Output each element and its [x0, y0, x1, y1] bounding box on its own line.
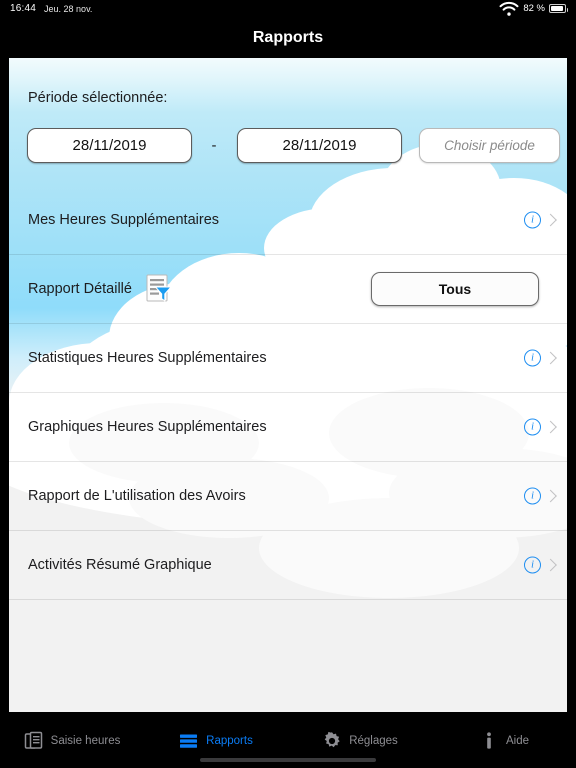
- chevron-right-icon: [544, 213, 557, 227]
- list-item-mes-heures-supplementaires[interactable]: Mes Heures Supplémentaires i: [9, 186, 567, 255]
- page-title: Rapports: [252, 28, 324, 46]
- choose-period-button[interactable]: Choisir période: [419, 128, 560, 163]
- tab-aide[interactable]: Aide: [432, 719, 576, 763]
- battery-percent: 82 %: [523, 3, 545, 14]
- chevron-right-icon: [544, 558, 557, 572]
- list-item-label: Statistiques Heures Supplémentaires: [28, 350, 267, 366]
- info-icon[interactable]: i: [524, 487, 541, 505]
- list-item-graphiques-heures-supplementaires[interactable]: Graphiques Heures Supplémentaires i: [9, 393, 567, 462]
- tab-saisie-heures[interactable]: Saisie heures: [0, 719, 144, 763]
- tab-rapports[interactable]: Rapports: [144, 719, 288, 763]
- list-item-activites-resume-graphique[interactable]: Activités Résumé Graphique i: [9, 531, 567, 600]
- date-separator: -: [211, 137, 217, 154]
- info-icon[interactable]: i: [524, 418, 541, 436]
- list-item-label: Graphiques Heures Supplémentaires: [28, 419, 267, 435]
- chevron-right-icon: [544, 489, 557, 503]
- start-date-field[interactable]: 28/11/2019: [27, 128, 192, 163]
- list-item-label: Activités Résumé Graphique: [28, 557, 212, 573]
- status-time: 16:44: [10, 3, 37, 14]
- list-item-label: Mes Heures Supplémentaires: [28, 212, 220, 228]
- info-icon[interactable]: i: [524, 349, 541, 367]
- navigation-bar: Rapports: [0, 17, 576, 58]
- info-icon[interactable]: i: [524, 556, 541, 574]
- tab-label: Saisie heures: [50, 734, 121, 747]
- period-label: Période sélectionnée:: [28, 90, 168, 106]
- status-bar-left: 16:44 Jeu. 28 nov.: [10, 3, 92, 14]
- wifi-icon: [499, 0, 519, 19]
- tab-bar: Saisie heures Rapports Réglages Aide: [0, 713, 576, 768]
- info-i-icon: [479, 731, 499, 751]
- report-bars-icon: [179, 731, 199, 751]
- list-item-rapport-detaille[interactable]: Rapport Détaillé Tous: [9, 255, 567, 324]
- home-indicator: [200, 757, 376, 762]
- tab-label: Réglages: [349, 734, 398, 747]
- row-accessory: i: [524, 556, 557, 574]
- list-item-statistiques-heures-supplementaires[interactable]: Statistiques Heures Supplémentaires i: [9, 324, 567, 393]
- documents-icon: [24, 731, 44, 751]
- list-item-rapport-utilisation-avoirs[interactable]: Rapport de L'utilisation des Avoirs i: [9, 462, 567, 531]
- row-accessory: i: [524, 418, 557, 436]
- status-bar: 16:44 Jeu. 28 nov. 82 %: [0, 0, 576, 17]
- list-item-label: Rapport de L'utilisation des Avoirs: [28, 488, 246, 504]
- info-icon[interactable]: i: [524, 211, 541, 229]
- end-date-field[interactable]: 28/11/2019: [237, 128, 402, 163]
- battery-icon: [549, 4, 568, 13]
- tab-reglages[interactable]: Réglages: [288, 719, 432, 763]
- all-filter-button[interactable]: Tous: [371, 272, 539, 306]
- row-accessory: i: [524, 211, 557, 229]
- gear-icon: [322, 731, 342, 751]
- chevron-right-icon: [544, 351, 557, 365]
- tab-label: Rapports: [206, 734, 253, 747]
- reports-card: Période sélectionnée: 28/11/2019 - 28/11…: [9, 58, 567, 712]
- row-accessory: i: [524, 349, 557, 367]
- tab-label: Aide: [505, 734, 530, 747]
- row-accessory: i: [524, 487, 557, 505]
- reports-list: Mes Heures Supplémentaires i Rapport Dét…: [9, 186, 567, 712]
- status-date: Jeu. 28 nov.: [44, 3, 93, 14]
- status-bar-right: 82 %: [499, 0, 568, 19]
- chevron-right-icon: [544, 420, 557, 434]
- list-item-label: Rapport Détaillé: [28, 281, 132, 297]
- period-panel: Période sélectionnée: 28/11/2019 - 28/11…: [9, 58, 567, 186]
- document-filter-icon[interactable]: [146, 274, 173, 304]
- list-empty-area: [9, 600, 567, 712]
